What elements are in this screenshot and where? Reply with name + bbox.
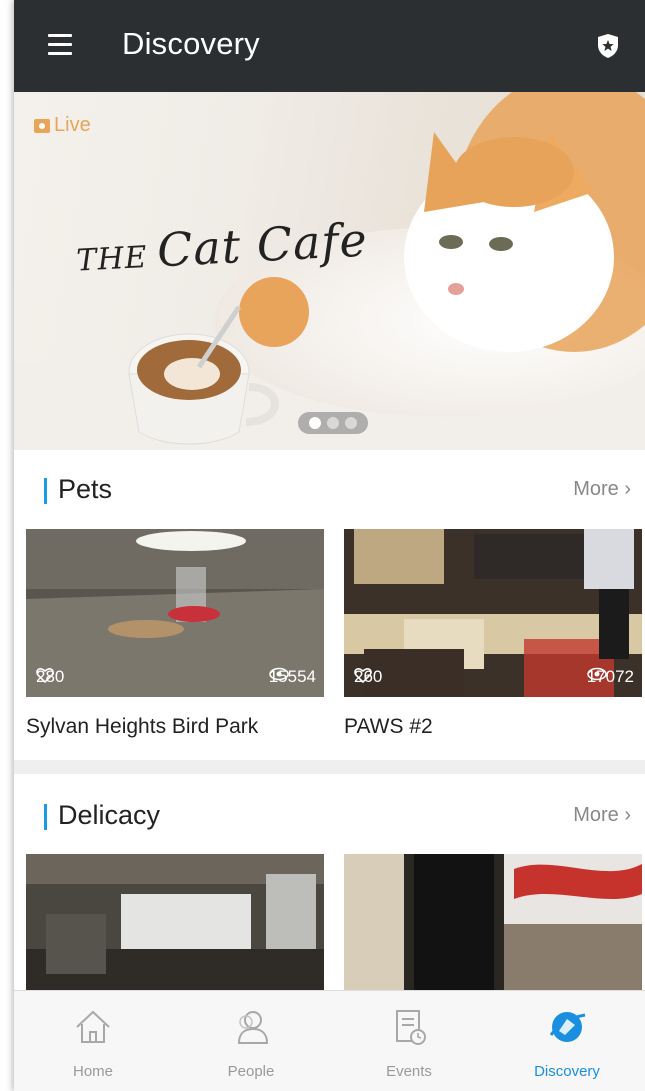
- section-accent-bar: [44, 804, 47, 830]
- events-icon: [396, 1010, 426, 1045]
- views-count: 15554: [269, 667, 316, 687]
- video-card[interactable]: 280 15554 Sylvan Heights Bird Park: [26, 529, 324, 739]
- page-title: Discovery: [122, 26, 260, 61]
- likes-count: 260: [354, 667, 382, 687]
- heart-icon: [36, 668, 54, 683]
- section-divider: [14, 760, 645, 774]
- tab-home[interactable]: Home: [14, 991, 172, 1091]
- card-thumbnail: 260 17072: [344, 529, 642, 697]
- discovery-icon: [549, 1012, 586, 1042]
- more-link-delicacy[interactable]: More ›: [573, 804, 631, 827]
- likes-count: 280: [36, 667, 64, 687]
- eye-icon: [268, 667, 289, 681]
- home-icon: [76, 1010, 110, 1043]
- tab-label: People: [227, 1063, 275, 1080]
- featured-banner[interactable]: Live THE Cat Cafe: [14, 92, 645, 450]
- more-label: More: [573, 478, 619, 500]
- shield-icon[interactable]: [597, 33, 619, 59]
- banner-title-main: Cat Cafe: [155, 212, 369, 278]
- tab-people[interactable]: People: [172, 991, 330, 1091]
- tab-label: Events: [386, 1063, 432, 1080]
- card-title: Sylvan Heights Bird Park: [26, 715, 259, 738]
- tab-events[interactable]: Events: [330, 991, 488, 1091]
- tab-label: Discovery: [534, 1063, 600, 1080]
- section-header-pets: Pets More ›: [14, 462, 645, 522]
- eye-icon: [586, 667, 607, 681]
- more-label: More: [573, 804, 619, 826]
- card-title: PAWS #2: [344, 715, 433, 738]
- bottom-tab-bar: Home People Events Discovery: [14, 990, 645, 1091]
- views-count: 17072: [587, 667, 634, 687]
- video-card[interactable]: 260 17072 PAWS #2: [344, 529, 642, 739]
- banner-title-prefix: THE: [75, 239, 149, 279]
- pager-dot[interactable]: [327, 417, 339, 429]
- tab-label: Home: [72, 1063, 113, 1080]
- live-camera-icon: [34, 118, 50, 133]
- live-badge: Live: [34, 114, 91, 137]
- banner-pager[interactable]: [298, 412, 368, 434]
- live-label: Live: [54, 114, 91, 136]
- top-app-bar: Discovery: [14, 0, 645, 92]
- people-icon: [237, 1011, 269, 1044]
- card-thumbnail: 280 15554: [26, 529, 324, 697]
- section-title: Pets: [58, 474, 113, 504]
- pager-dot[interactable]: [345, 417, 357, 429]
- more-link-pets[interactable]: More ›: [573, 478, 631, 501]
- tab-discovery[interactable]: Discovery: [488, 991, 645, 1091]
- section-title: Delicacy: [58, 800, 161, 830]
- pager-dot[interactable]: [309, 417, 321, 429]
- menu-icon[interactable]: [48, 34, 72, 56]
- heart-icon: [354, 668, 372, 683]
- section-header-delicacy: Delicacy More ›: [14, 788, 645, 848]
- app-frame: Discovery Live THE Cat Cafe Pets More › …: [14, 0, 645, 1091]
- section-accent-bar: [44, 478, 47, 504]
